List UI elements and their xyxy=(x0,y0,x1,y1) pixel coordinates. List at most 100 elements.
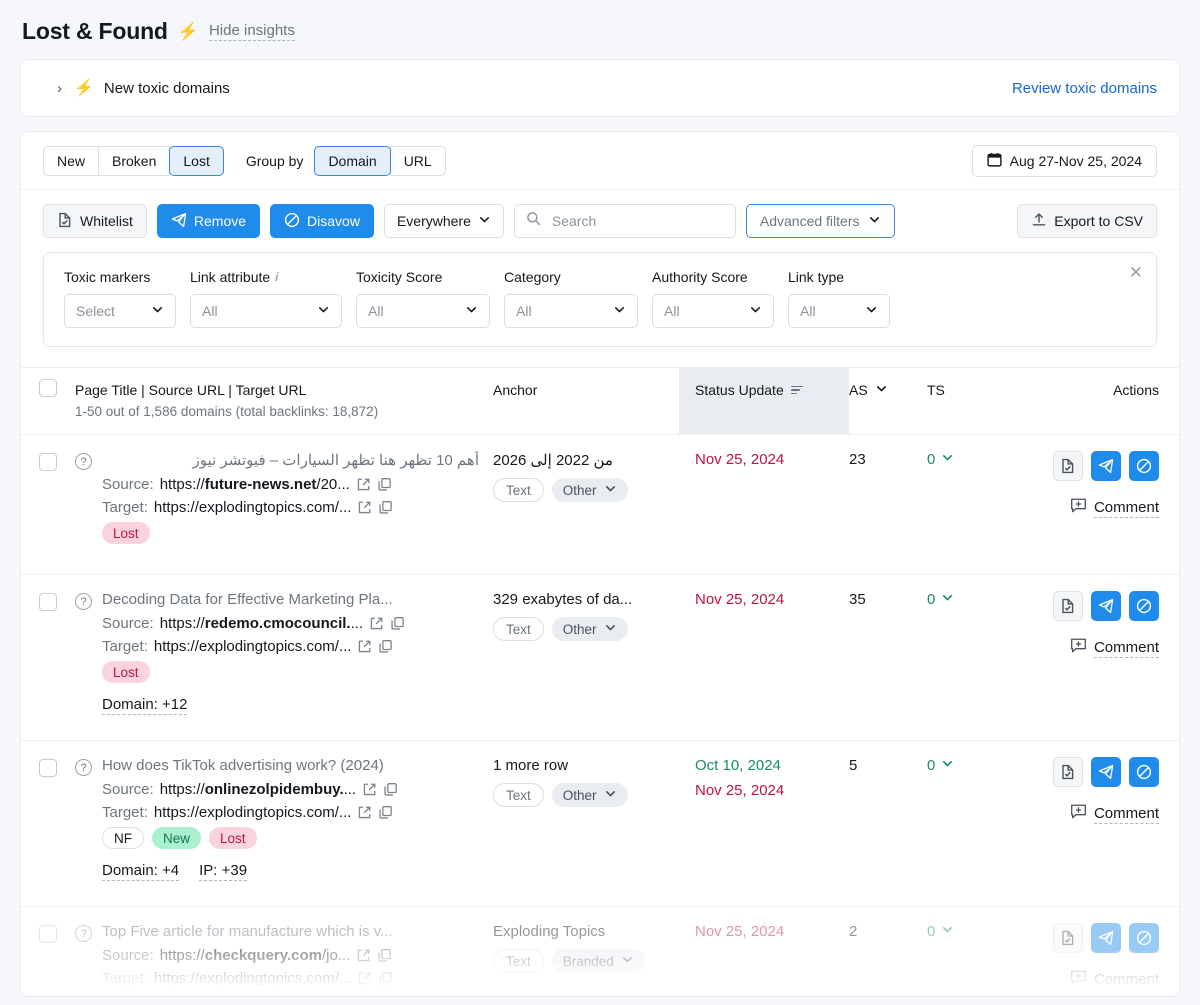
row-ts-cell: 0 xyxy=(927,451,1011,469)
disavow-button[interactable]: Disavow xyxy=(270,204,374,238)
open-external-icon[interactable] xyxy=(369,616,384,631)
scope-dropdown[interactable]: Everywhere xyxy=(383,204,504,238)
anchor-category-tag[interactable]: Other xyxy=(551,783,628,807)
copy-icon[interactable] xyxy=(390,616,405,631)
anchor-type-tag[interactable]: Text xyxy=(493,949,544,973)
row-whitelist-button[interactable] xyxy=(1053,591,1083,621)
hide-insights-toggle[interactable]: Hide insights xyxy=(208,22,295,41)
copy-icon[interactable] xyxy=(378,500,393,515)
advanced-filters-button[interactable]: Advanced filters xyxy=(745,204,896,238)
tab-new[interactable]: New xyxy=(43,145,100,176)
sort-icon[interactable] xyxy=(790,385,803,395)
date-range-picker[interactable]: Aug 27-Nov 25, 2024 xyxy=(971,144,1157,177)
row-whitelist-button[interactable] xyxy=(1053,757,1083,787)
open-external-icon[interactable] xyxy=(357,639,372,654)
toxicity-score-value[interactable]: 0 xyxy=(927,923,954,940)
row-whitelist-button[interactable] xyxy=(1053,923,1083,953)
page-title-link[interactable]: How does TikTok advertising work? (2024) xyxy=(102,757,479,774)
row-checkbox[interactable] xyxy=(39,453,57,471)
sub-link[interactable]: Domain: +4 xyxy=(102,862,180,881)
target-url[interactable]: https://explodingtopics.com/... xyxy=(154,804,352,821)
anchor-category-tag[interactable]: Other xyxy=(551,617,628,641)
page-title-link[interactable]: Decoding Data for Effective Marketing Pl… xyxy=(102,591,479,608)
open-external-icon[interactable] xyxy=(356,948,371,963)
tab-group-domain[interactable]: Domain xyxy=(314,145,391,176)
col-authority-score[interactable]: AS xyxy=(849,368,927,398)
page-title-link[interactable]: أهم 10 تظهر هنا تظهر السيارات – فيوتشر ن… xyxy=(102,451,479,469)
anchor-type-tag[interactable]: Text xyxy=(493,617,544,641)
tab-group-url[interactable]: URL xyxy=(389,145,446,176)
authority-score-select[interactable]: All xyxy=(652,294,774,328)
help-icon[interactable]: ? xyxy=(75,453,92,470)
row-checkbox[interactable] xyxy=(39,925,57,943)
target-url[interactable]: https://explodingtopics.com/... xyxy=(154,970,352,987)
open-external-icon[interactable] xyxy=(362,782,377,797)
col-status-update[interactable]: Status Update xyxy=(679,368,849,434)
anchor-type-tag[interactable]: Text xyxy=(493,478,544,502)
info-icon[interactable]: i xyxy=(275,270,278,284)
row-checkbox[interactable] xyxy=(39,593,57,611)
copy-icon[interactable] xyxy=(378,805,393,820)
copy-icon[interactable] xyxy=(377,477,392,492)
row-whitelist-button[interactable] xyxy=(1053,451,1083,481)
source-url[interactable]: https://checkquery.com/jo... xyxy=(160,947,351,964)
row-disavow-button[interactable] xyxy=(1129,923,1159,953)
toxicity-score-select[interactable]: All xyxy=(356,294,490,328)
sub-link[interactable]: Domain: +12 xyxy=(102,696,188,715)
target-url[interactable]: https://explodingtopics.com/... xyxy=(154,638,352,655)
help-icon[interactable]: ? xyxy=(75,759,92,776)
link-type-select[interactable]: All xyxy=(788,294,890,328)
row-remove-button[interactable] xyxy=(1091,591,1121,621)
row-checkbox[interactable] xyxy=(39,759,57,777)
insight-card[interactable]: › ⚡ New toxic domains Review toxic domai… xyxy=(20,59,1180,117)
open-external-icon[interactable] xyxy=(356,477,371,492)
anchor-type-tag[interactable]: Text xyxy=(493,783,544,807)
row-disavow-button[interactable] xyxy=(1129,591,1159,621)
search-input[interactable] xyxy=(549,212,724,230)
category-select[interactable]: All xyxy=(504,294,638,328)
review-toxic-domains-link[interactable]: Review toxic domains xyxy=(1012,80,1157,97)
row-comment-button[interactable]: Comment xyxy=(1070,497,1159,519)
row-remove-button[interactable] xyxy=(1091,923,1121,953)
copy-icon[interactable] xyxy=(383,782,398,797)
toxicity-score-value[interactable]: 0 xyxy=(927,451,954,468)
copy-icon[interactable] xyxy=(378,639,393,654)
anchor-category-tag[interactable]: Branded xyxy=(551,949,645,973)
copy-icon[interactable] xyxy=(377,948,392,963)
sub-link[interactable]: IP: +39 xyxy=(199,862,248,881)
page-title-link[interactable]: Top Five article for manufacture which i… xyxy=(102,923,479,940)
tab-lost[interactable]: Lost xyxy=(169,145,224,176)
source-url[interactable]: https://future-news.net/20... xyxy=(160,476,350,493)
open-external-icon[interactable] xyxy=(357,500,372,515)
chevron-down-icon[interactable] xyxy=(875,382,888,398)
toxic-markers-select[interactable]: Select xyxy=(64,294,176,328)
source-url[interactable]: https://onlinezolpidembuy.... xyxy=(160,781,356,798)
row-disavow-button[interactable] xyxy=(1129,757,1159,787)
toxicity-score-value[interactable]: 0 xyxy=(927,591,954,608)
row-comment-button[interactable]: Comment xyxy=(1070,803,1159,825)
open-external-icon[interactable] xyxy=(357,805,372,820)
help-icon[interactable]: ? xyxy=(75,593,92,610)
link-attribute-select[interactable]: All xyxy=(190,294,342,328)
whitelist-button[interactable]: Whitelist xyxy=(43,204,147,238)
status-badge: New xyxy=(152,827,202,849)
chevron-right-icon[interactable]: › xyxy=(57,80,62,97)
open-external-icon[interactable] xyxy=(357,971,372,986)
row-comment-button[interactable]: Comment xyxy=(1070,637,1159,659)
row-remove-button[interactable] xyxy=(1091,757,1121,787)
help-icon[interactable]: ? xyxy=(75,925,92,942)
row-remove-button[interactable] xyxy=(1091,451,1121,481)
row-disavow-button[interactable] xyxy=(1129,451,1159,481)
copy-icon[interactable] xyxy=(378,971,393,986)
search-box[interactable] xyxy=(513,204,736,238)
close-icon[interactable]: ✕ xyxy=(1129,264,1143,281)
toxicity-score-value[interactable]: 0 xyxy=(927,757,954,774)
tab-broken[interactable]: Broken xyxy=(98,145,171,176)
anchor-category-tag[interactable]: Other xyxy=(551,478,628,502)
row-comment-button[interactable]: Comment xyxy=(1070,969,1159,991)
source-url[interactable]: https://redemo.cmocouncil.... xyxy=(160,615,363,632)
remove-button[interactable]: Remove xyxy=(156,204,261,238)
select-all-checkbox[interactable] xyxy=(39,379,57,397)
target-url[interactable]: https://explodingtopics.com/... xyxy=(154,499,352,516)
export-csv-button[interactable]: Export to CSV xyxy=(1017,204,1157,238)
